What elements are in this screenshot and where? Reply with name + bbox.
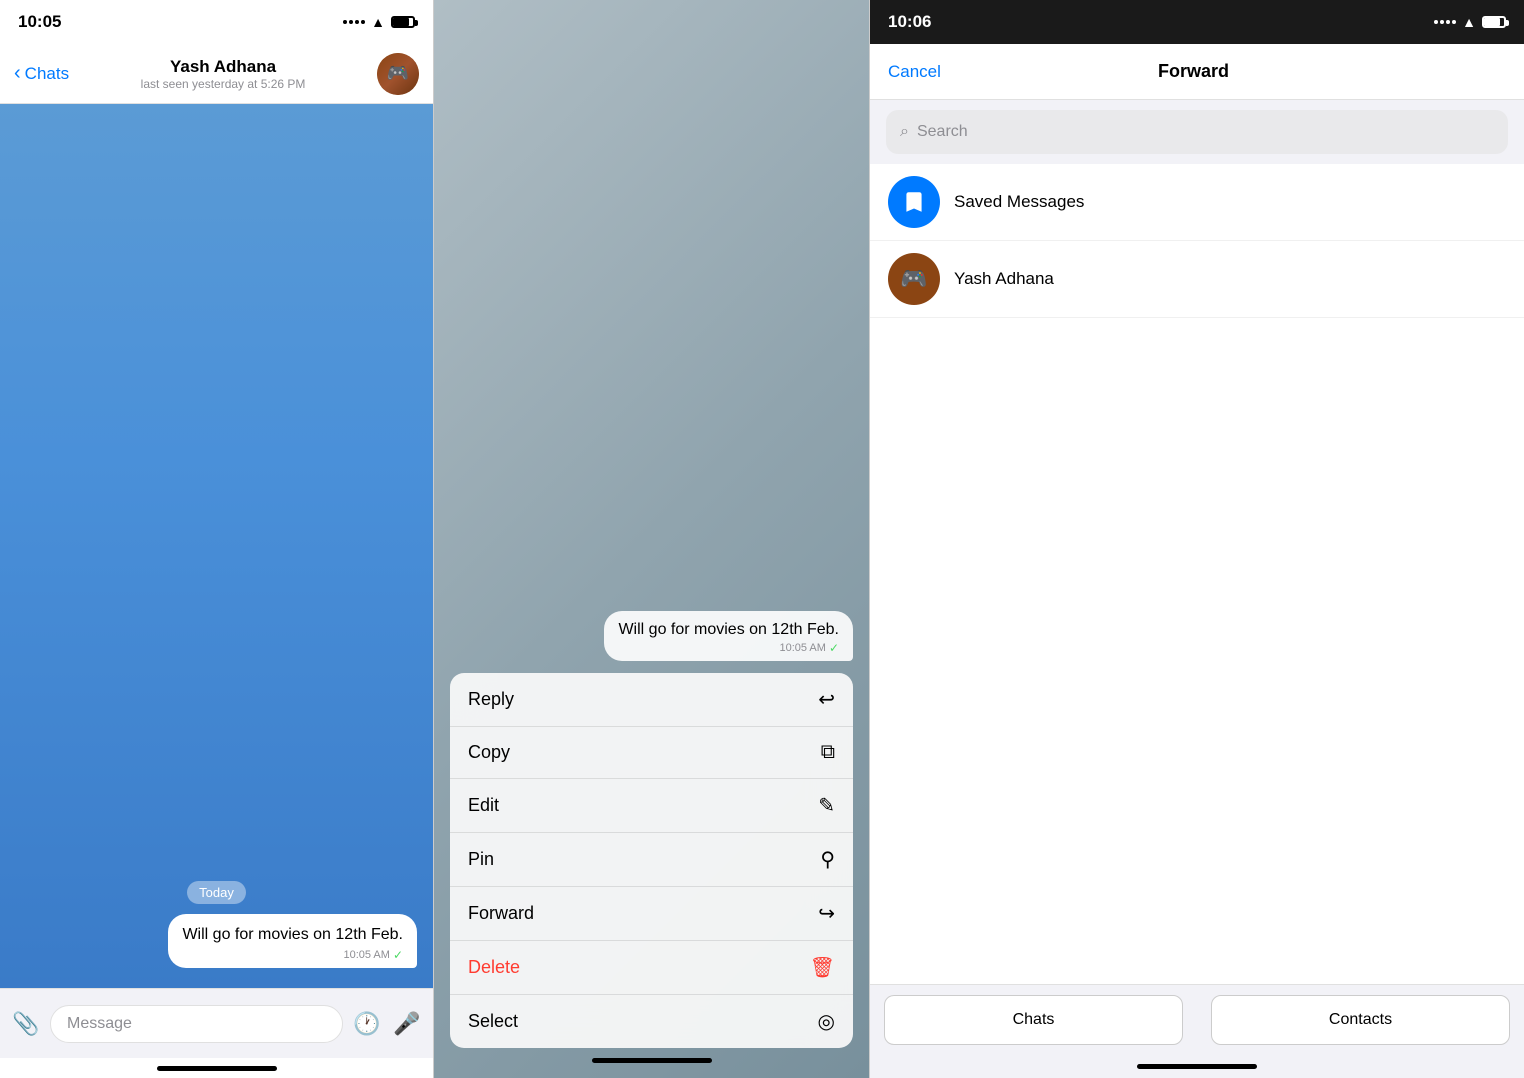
sticker-icon[interactable]: 🕐 (351, 1008, 383, 1040)
panel2-content: Will go for movies on 12th Feb. 10:05 AM… (434, 611, 869, 1078)
chevron-left-icon: ‹ (14, 62, 21, 85)
context-pin[interactable]: Pin ⚲ (450, 833, 853, 887)
nav-bar-chat: ‹ Chats Yash Adhana last seen yesterday … (0, 44, 433, 104)
status-bar-2 (434, 0, 869, 44)
chat-panel: 10:05 ▲ ‹ Chats Yash Adhana last seen ye… (0, 0, 434, 1078)
chat-area: Today Will go for movies on 12th Feb. 10… (0, 104, 433, 988)
context-forward[interactable]: Forward ↪ (450, 887, 853, 941)
message-text: Will go for movies on 12th Feb. (182, 924, 403, 946)
search-bar[interactable]: ⌕ Search (886, 110, 1508, 154)
cancel-button[interactable]: Cancel (888, 62, 941, 82)
date-badge: Today (16, 884, 417, 902)
tab-chats-label: Chats (1013, 1011, 1055, 1029)
contact-saved-messages[interactable]: Saved Messages (870, 164, 1524, 241)
search-placeholder-text: Search (917, 123, 968, 141)
context-select[interactable]: Select ◎ (450, 995, 853, 1048)
select-icon: ◎ (818, 1009, 835, 1034)
edit-icon: ✎ (818, 793, 835, 818)
back-label[interactable]: Chats (25, 64, 69, 84)
back-button[interactable]: ‹ Chats (14, 62, 69, 85)
preview-meta: 10:05 AM ✓ (618, 641, 839, 655)
home-indicator (0, 1058, 433, 1078)
yash-name: Yash Adhana (954, 269, 1054, 289)
pin-icon: ⚲ (820, 847, 835, 872)
reply-label: Reply (468, 689, 514, 710)
pin-label: Pin (468, 849, 494, 870)
context-copy[interactable]: Copy ⧉ (450, 727, 853, 779)
message-preview: Will go for movies on 12th Feb. 10:05 AM… (604, 611, 853, 661)
battery-icon (391, 16, 415, 28)
home-bar (157, 1066, 277, 1071)
preview-time: 10:05 AM (779, 642, 825, 654)
status-icons-3: ▲ (1434, 14, 1506, 30)
chat-subtitle: last seen yesterday at 5:26 PM (141, 77, 306, 91)
forward-nav-bar: Cancel Forward (870, 44, 1524, 100)
status-time-3: 10:06 (888, 12, 931, 32)
forward-panel: 10:06 ▲ Cancel Forward ⌕ Search (870, 0, 1524, 1078)
home-bar-3 (1137, 1064, 1257, 1069)
forward-icon: ↪ (818, 901, 835, 926)
wifi-icon-3: ▲ (1462, 14, 1476, 30)
yash-avatar: 🎮 (888, 253, 940, 305)
delete-icon: 🗑 (810, 955, 835, 980)
delete-label: Delete (468, 957, 520, 978)
forward-label: Forward (468, 903, 534, 924)
message-meta: 10:05 AM ✓ (182, 948, 403, 962)
preview-text: Will go for movies on 12th Feb. (618, 621, 839, 639)
context-delete[interactable]: Delete 🗑 (450, 941, 853, 995)
battery-icon-3 (1482, 16, 1506, 28)
contact-avatar[interactable]: 🎮 (377, 53, 419, 95)
avatar-image: 🎮 (377, 53, 419, 95)
message-bubble[interactable]: Will go for movies on 12th Feb. 10:05 AM… (168, 914, 417, 968)
tab-contacts-label: Contacts (1329, 1011, 1392, 1029)
attachment-icon[interactable]: 📎 (10, 1008, 42, 1040)
reply-icon: ↩ (818, 687, 835, 712)
tab-contacts[interactable]: Contacts (1211, 995, 1510, 1045)
saved-messages-avatar (888, 176, 940, 228)
input-bar: 📎 Message 🕐 🎤 (0, 988, 433, 1058)
search-icon: ⌕ (900, 123, 909, 141)
home-bar-2 (592, 1058, 712, 1063)
contact-list: Saved Messages 🎮 Yash Adhana (870, 164, 1524, 984)
context-edit[interactable]: Edit ✎ (450, 779, 853, 833)
home-indicator-3 (870, 1054, 1524, 1078)
dots-icon (343, 20, 365, 24)
wifi-icon: ▲ (371, 14, 385, 30)
copy-label: Copy (468, 742, 510, 763)
select-label: Select (468, 1011, 518, 1032)
contact-yash[interactable]: 🎮 Yash Adhana (870, 241, 1524, 318)
status-bar-1: 10:05 ▲ (0, 0, 433, 44)
saved-messages-name: Saved Messages (954, 192, 1084, 212)
search-container: ⌕ Search (870, 100, 1524, 164)
status-bar-3: 10:06 ▲ (870, 0, 1524, 44)
context-reply[interactable]: Reply ↩ (450, 673, 853, 727)
message-input-placeholder[interactable]: Message (50, 1005, 343, 1043)
input-placeholder-text: Message (67, 1015, 132, 1033)
tab-chats[interactable]: Chats (884, 995, 1183, 1045)
chat-title: Yash Adhana (170, 57, 276, 77)
forward-title: Forward (1158, 61, 1229, 82)
context-menu: Reply ↩ Copy ⧉ Edit ✎ Pin ⚲ Forward ↪ De… (450, 673, 853, 1048)
status-time-1: 10:05 (18, 12, 61, 32)
copy-icon: ⧉ (821, 741, 835, 764)
edit-label: Edit (468, 795, 499, 816)
home-indicator-2 (434, 1050, 869, 1070)
dots-icon-3 (1434, 20, 1456, 24)
voice-icon[interactable]: 🎤 (391, 1008, 423, 1040)
nav-center: Yash Adhana last seen yesterday at 5:26 … (141, 57, 306, 91)
message-time: 10:05 AM (343, 949, 389, 961)
message-check-icon: ✓ (393, 948, 403, 962)
context-menu-panel: Will go for movies on 12th Feb. 10:05 AM… (434, 0, 870, 1078)
preview-check-icon: ✓ (829, 641, 839, 655)
status-icons-1: ▲ (343, 14, 415, 30)
bottom-tabs: Chats Contacts (870, 984, 1524, 1054)
